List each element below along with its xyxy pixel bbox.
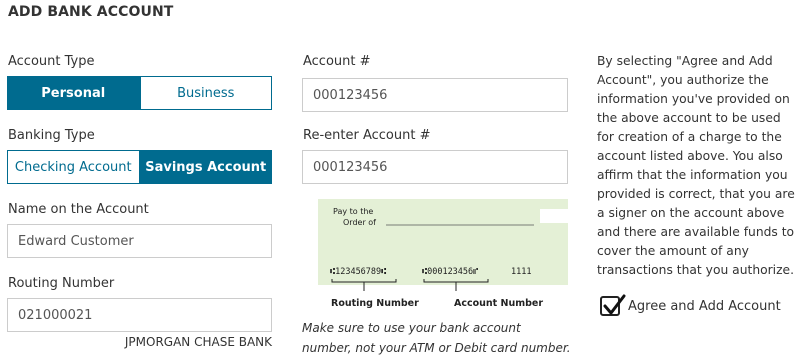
name-on-account-label: Name on the Account [8, 202, 149, 217]
bank-name: JPMORGAN CHASE BANK [124, 335, 272, 349]
account-number-label: Account # [303, 54, 371, 69]
page-title: ADD BANK ACCOUNT [8, 4, 174, 20]
check-amount-box [540, 209, 568, 223]
checkmark-icon [603, 294, 626, 315]
check-micr-account: ⑆000123456⑈ [422, 267, 479, 277]
account-type-label: Account Type [8, 54, 95, 69]
name-on-account-field[interactable]: Edward Customer [7, 224, 272, 258]
check-pay-to-line1: Pay to the [333, 207, 373, 216]
check-note: Make sure to use your bank account numbe… [302, 321, 571, 355]
account-number-field[interactable]: 000123456 [302, 78, 568, 112]
routing-number-label: Routing Number [8, 276, 115, 291]
reenter-account-label: Re-enter Account # [303, 128, 431, 143]
routing-number-field[interactable]: 021000021 [7, 298, 272, 332]
agree-checkbox-box[interactable] [600, 294, 626, 316]
routing-number-caption: Routing Number [331, 298, 419, 309]
check-illustration: Pay to the Order of ⑆123456789⑆ ⑆0001234… [302, 199, 568, 313]
account-type-business-button[interactable]: Business [139, 76, 272, 110]
check-micr-number: 1111 [511, 267, 531, 277]
banking-type-label: Banking Type [8, 128, 95, 143]
agree-checkbox-label: Agree and Add Account [628, 298, 781, 314]
account-number-caption: Account Number [454, 298, 543, 309]
account-type-personal-button[interactable]: Personal [7, 76, 140, 110]
check-micr-routing: ⑆123456789⑆ [330, 267, 387, 277]
agree-checkbox[interactable]: Agree and Add Account [600, 294, 781, 316]
reenter-account-field[interactable]: 000123456 [302, 150, 568, 184]
banking-type-savings-button[interactable]: Savings Account [139, 150, 272, 184]
account-type-toggle: Personal Business [7, 76, 272, 110]
banking-type-toggle: Checking Account Savings Account [7, 150, 272, 184]
banking-type-checking-button[interactable]: Checking Account [7, 150, 140, 184]
check-pay-to-line2: Order of [343, 218, 376, 227]
authorization-text: By selecting "Agree and Add Account", yo… [597, 54, 795, 277]
